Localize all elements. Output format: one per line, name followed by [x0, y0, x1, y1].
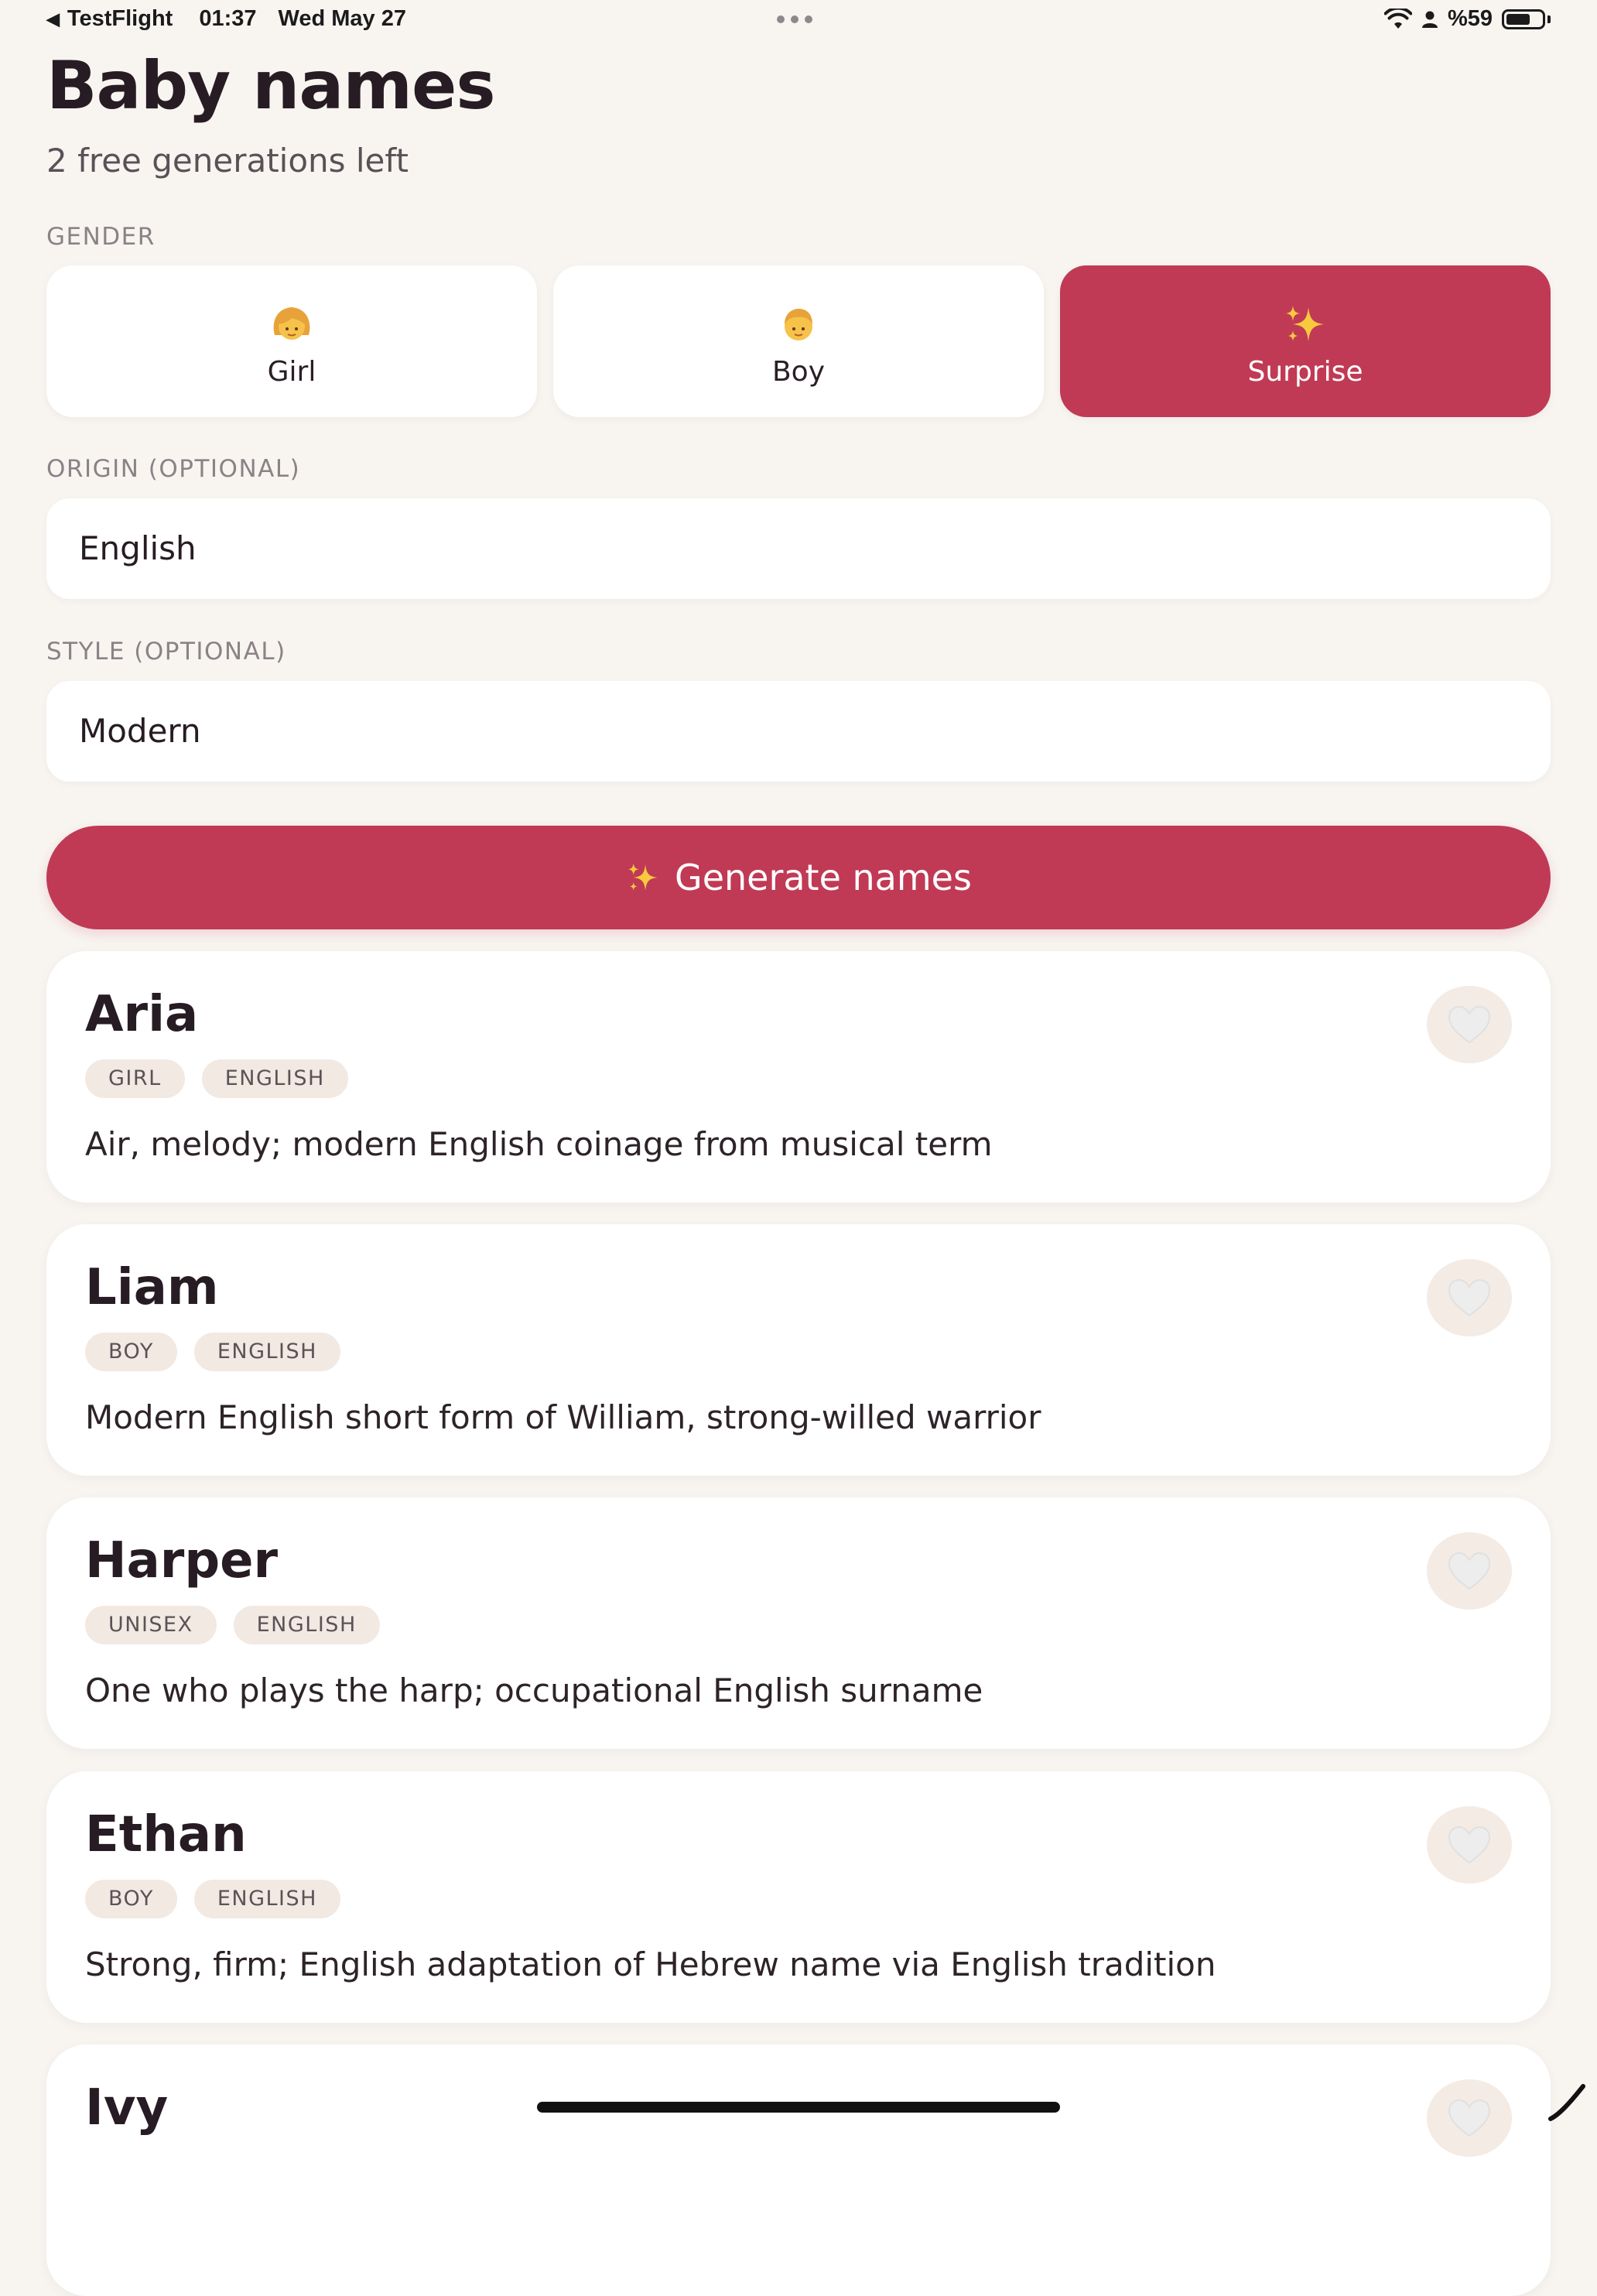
name-card: Harper UNISEX ENGLISH One who plays the … [46, 1497, 1551, 1749]
status-right: %59 [1383, 6, 1551, 32]
multitasking-dots-icon[interactable] [777, 15, 812, 23]
name-tags: UNISEX ENGLISH [85, 1606, 380, 1644]
style-field[interactable]: Modern [46, 681, 1551, 782]
girl-face-icon [273, 307, 310, 340]
home-indicator[interactable] [537, 2102, 1060, 2113]
heart-icon [1448, 1005, 1491, 1044]
origin-field[interactable]: English [46, 498, 1551, 599]
heart-icon [1448, 2099, 1491, 2137]
generate-names-label: Generate names [675, 857, 972, 898]
generate-names-button[interactable]: Generate names [46, 826, 1551, 929]
gender-option-label: Boy [771, 356, 826, 388]
name-meaning: Strong, firm; English adaptation of Hebr… [85, 1945, 1216, 1983]
heart-icon [1448, 1826, 1491, 1864]
battery-tip [1547, 15, 1551, 23]
gender-option-boy[interactable]: Boy [553, 265, 1044, 417]
origin-tag: ENGLISH [201, 1059, 348, 1098]
name-title: Ivy [85, 2079, 169, 2137]
wifi-icon [1383, 8, 1412, 29]
status-date: Wed May 27 [278, 6, 406, 31]
gender-option-girl[interactable]: Girl [46, 265, 537, 417]
name-card: Aria GIRL ENGLISH Air, melody; modern En… [46, 951, 1551, 1203]
generations-left-text: 2 free generations left [46, 142, 409, 180]
back-to-app-link[interactable]: TestFlight [67, 6, 173, 32]
favorite-button[interactable] [1427, 1806, 1512, 1884]
origin-tag: ENGLISH [193, 1880, 340, 1918]
name-meaning: One who plays the harp; occupational Eng… [85, 1672, 983, 1709]
name-card: Ethan BOY ENGLISH Strong, firm; English … [46, 1771, 1551, 2023]
gender-label: GENDER [46, 223, 156, 251]
gender-option-surprise[interactable]: Surprise [1060, 265, 1551, 417]
pencil-icon[interactable] [1544, 2079, 1591, 2125]
name-title: Aria [85, 986, 199, 1043]
name-title: Liam [85, 1259, 219, 1316]
gender-option-label: Surprise [1247, 356, 1363, 388]
favorite-button[interactable] [1427, 1532, 1512, 1610]
gender-tag: UNISEX [85, 1606, 217, 1644]
favorite-button[interactable] [1427, 1259, 1512, 1336]
person-icon [1421, 11, 1438, 28]
battery-icon [1502, 9, 1545, 29]
status-left: ◀ TestFlight 01:37 Wed May 27 [46, 6, 406, 32]
favorite-button[interactable] [1427, 986, 1512, 1063]
gender-tag: BOY [85, 1880, 177, 1918]
sparkles-icon [628, 863, 658, 891]
status-time: 01:37 [199, 6, 257, 31]
heart-icon [1448, 1278, 1491, 1317]
name-card: Liam BOY ENGLISH Modern English short fo… [46, 1224, 1551, 1476]
sparkles-icon [1286, 306, 1324, 341]
name-tags: GIRL ENGLISH [85, 1059, 348, 1098]
gender-option-label: Girl [267, 356, 316, 388]
name-card: Ivy [46, 2045, 1551, 2296]
name-meaning: Air, melody; modern English coinage from… [85, 1125, 993, 1163]
gender-tag: BOY [85, 1333, 177, 1371]
status-bar: ◀ TestFlight 01:37 Wed May 27 %59 [0, 0, 1597, 40]
page-title: Baby names [46, 47, 496, 125]
back-caret-icon[interactable]: ◀ [46, 9, 60, 29]
name-title: Harper [85, 1532, 279, 1589]
heart-icon [1448, 1552, 1491, 1590]
origin-tag: ENGLISH [233, 1606, 380, 1644]
name-meaning: Modern English short form of William, st… [85, 1398, 1041, 1436]
style-label: STYLE (OPTIONAL) [46, 638, 286, 666]
battery-percentage: %59 [1447, 6, 1493, 31]
favorite-button[interactable] [1427, 2079, 1512, 2157]
gender-tag: GIRL [85, 1059, 185, 1098]
name-title: Ethan [85, 1806, 247, 1863]
name-tags: BOY ENGLISH [85, 1333, 340, 1371]
name-tags: BOY ENGLISH [85, 1880, 340, 1918]
boy-face-icon [785, 309, 812, 340]
origin-label: ORIGIN (OPTIONAL) [46, 455, 301, 483]
origin-tag: ENGLISH [193, 1333, 340, 1371]
